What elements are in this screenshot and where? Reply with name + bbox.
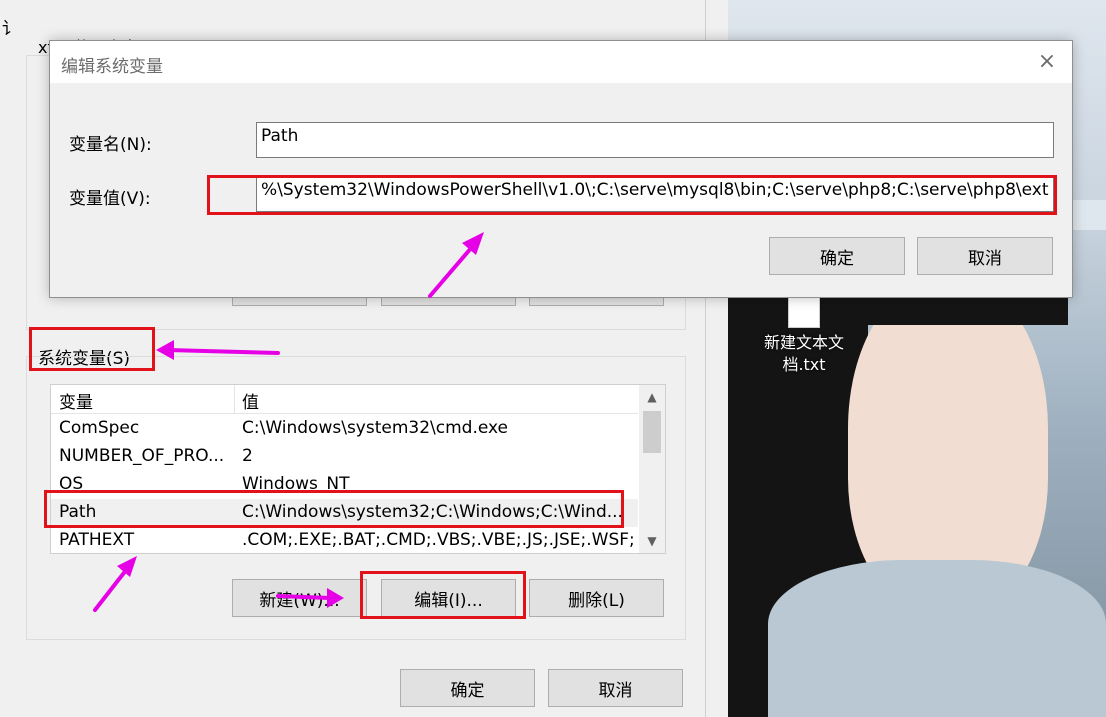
dialog-ok-button[interactable]: 确定 (769, 237, 905, 275)
scroll-thumb[interactable] (643, 411, 661, 453)
dialog-cancel-button[interactable]: 取消 (917, 237, 1053, 275)
ok-button[interactable]: 确定 (400, 669, 535, 707)
cancel-button[interactable]: 取消 (548, 669, 683, 707)
column-separator[interactable] (234, 385, 235, 413)
variable-value-label: 变量值(V): (69, 189, 151, 209)
variable-name: ComSpec (59, 418, 140, 438)
variable-name: OS (59, 474, 84, 494)
variable-value: C:\Windows\system32\cmd.exe (242, 418, 509, 438)
dialog-title: 编辑系统变量 (61, 57, 163, 77)
scroll-up-icon[interactable]: ▲ (639, 387, 665, 407)
variable-name: PATHEXT (59, 530, 135, 550)
edit-system-variable-dialog: 编辑系统变量 × 变量名(N): Path 变量值(V): %\System32… (49, 40, 1073, 298)
variable-value-input[interactable]: %\System32\WindowsPowerShell\v1.0\;C:\se… (256, 176, 1054, 212)
table-row[interactable]: PATHEXT .COM;.EXE;.BAT;.CMD;.VBS;.VBE;.J… (51, 527, 638, 553)
edit-variable-button[interactable]: 编辑(I)... (381, 579, 516, 617)
variable-name: Path (59, 502, 97, 522)
window-title-fragment: 讠 (2, 19, 19, 39)
variable-name-input[interactable]: Path (256, 122, 1054, 158)
variable-value: 2 (242, 446, 253, 466)
new-variable-button[interactable]: 新建(W)... (232, 579, 367, 617)
dialog-titlebar[interactable]: 编辑系统变量 × (50, 41, 1072, 83)
table-row[interactable]: OS Windows_NT (51, 471, 638, 499)
column-header-variable[interactable]: 变量 (59, 388, 93, 413)
variable-name-label: 变量名(N): (69, 135, 152, 155)
system-variables-list[interactable]: 变量 值 ComSpec C:\Windows\system32\cmd.exe… (50, 384, 666, 554)
desktop-file-icon[interactable]: 新建文本文档.txt (744, 290, 864, 376)
table-row[interactable]: ComSpec C:\Windows\system32\cmd.exe (51, 415, 638, 443)
wallpaper-robe (768, 560, 1106, 717)
variable-value: C:\Windows\system32;C:\Windows;C:\Wind..… (242, 502, 623, 522)
delete-variable-button[interactable]: 删除(L) (529, 579, 664, 617)
variable-value: Windows_NT (242, 474, 350, 494)
list-header: 变量 值 (51, 385, 638, 414)
column-header-value[interactable]: 值 (242, 388, 259, 413)
table-row-path-selected[interactable]: Path C:\Windows\system32;C:\Windows;C:\W… (51, 499, 638, 527)
desktop-file-label: 新建文本文档.txt (763, 333, 844, 374)
variable-value: .COM;.EXE;.BAT;.CMD;.VBS;.VBE;.JS;.JSE;.… (242, 530, 634, 550)
scroll-down-icon[interactable]: ▼ (639, 531, 665, 551)
table-row[interactable]: NUMBER_OF_PRO... 2 (51, 443, 638, 471)
list-scrollbar[interactable]: ▲ ▼ (639, 385, 665, 553)
variable-name: NUMBER_OF_PRO... (59, 446, 225, 466)
close-icon[interactable]: × (1032, 47, 1062, 77)
